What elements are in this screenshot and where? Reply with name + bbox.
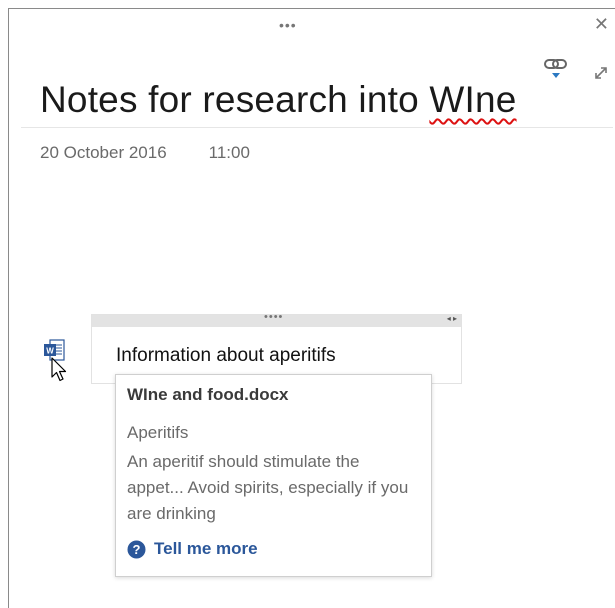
note-window: ••• ✕ Notes for research into WIne 20 Oc… xyxy=(8,8,615,608)
file-preview-tooltip: WIne and food.docx Aperitifs An aperitif… xyxy=(115,374,432,577)
file-name: WIne and food.docx xyxy=(127,385,289,404)
tell-me-more-label: Tell me more xyxy=(154,539,258,558)
close-button[interactable]: ✕ xyxy=(594,15,609,33)
misspelled-word[interactable]: WIne xyxy=(429,79,516,120)
date-time-row: 20 October 2016 11:00 xyxy=(40,143,250,163)
page-title[interactable]: Notes for research into WIne xyxy=(40,79,517,121)
tell-me-more-link[interactable]: ? Tell me more xyxy=(127,539,258,559)
expand-icon[interactable] xyxy=(593,65,609,86)
title-divider xyxy=(21,127,613,128)
preview-snippet: An aperitif should stimulate the appet..… xyxy=(127,452,409,523)
resize-arrows-icon[interactable]: ◂ ▸ xyxy=(447,314,457,323)
help-icon: ? xyxy=(127,540,146,558)
embed-text[interactable]: Information about aperitifs xyxy=(116,345,336,367)
preview-heading: Aperitifs xyxy=(127,423,189,442)
embed-handle-bar[interactable]: •••• ◂ ▸ xyxy=(92,311,461,327)
embed-drag-handle[interactable]: •••• xyxy=(264,311,283,323)
page-date: 20 October 2016 xyxy=(40,143,167,162)
page-time: 11:00 xyxy=(208,143,250,162)
drag-handle[interactable]: ••• xyxy=(279,17,297,33)
mouse-cursor-icon xyxy=(51,357,67,388)
svg-text:W: W xyxy=(46,347,54,356)
link-icon[interactable] xyxy=(542,57,570,86)
title-text: Notes for research into xyxy=(40,79,430,120)
svg-text:?: ? xyxy=(133,542,141,557)
